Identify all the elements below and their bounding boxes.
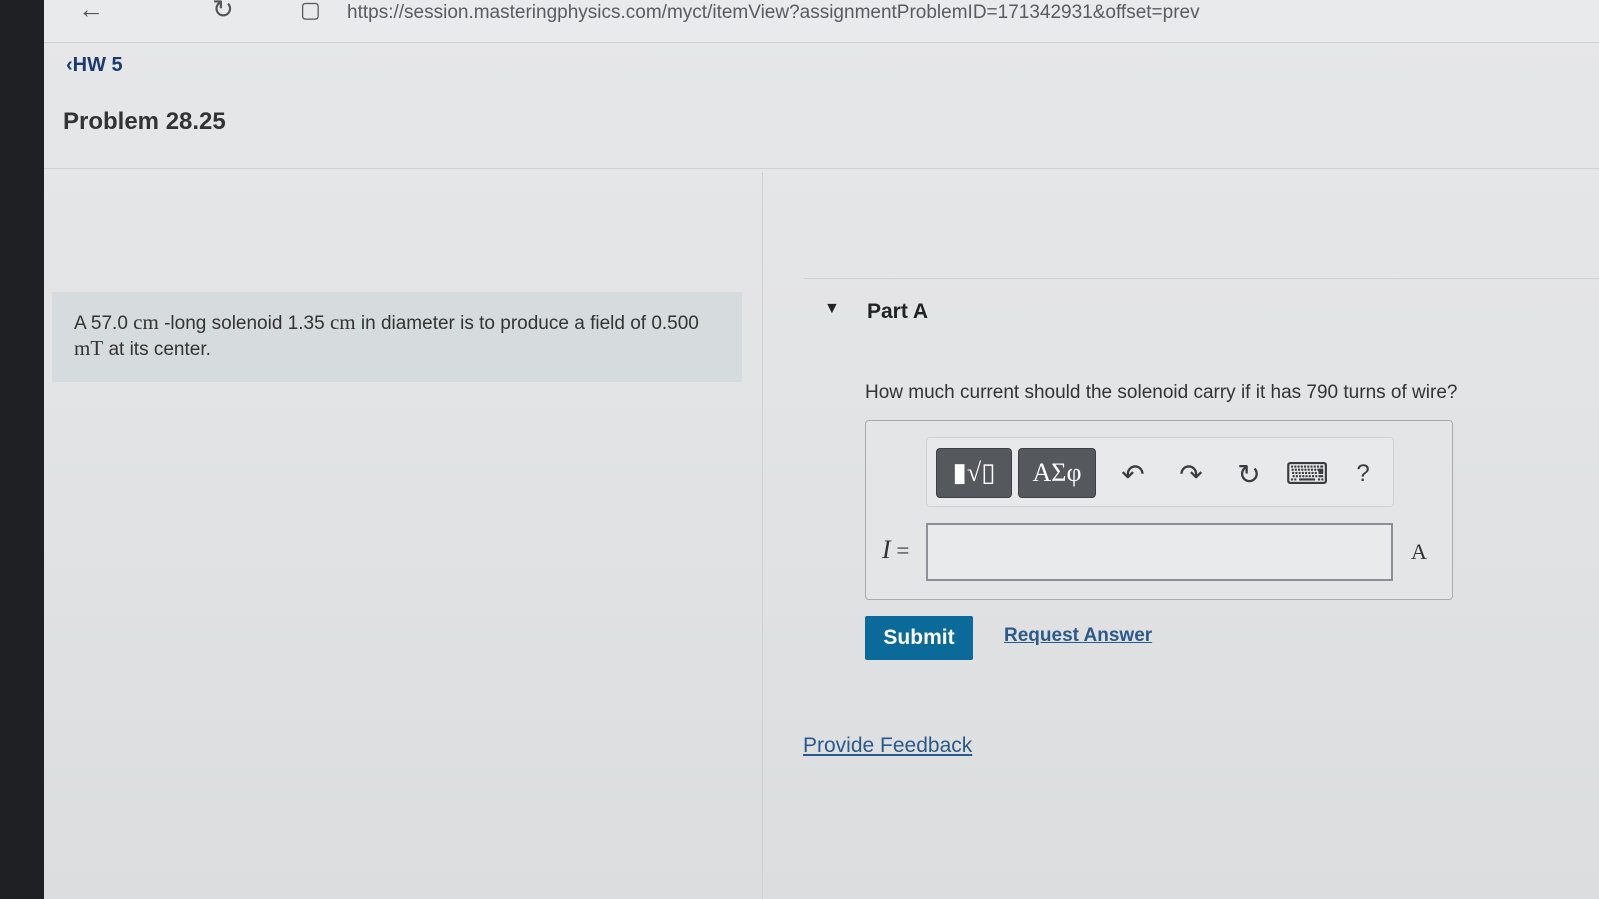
page-title: Problem 28.25: [63, 108, 226, 135]
statement-text: in diameter is to produce a field of 0.5…: [355, 313, 699, 334]
unit-cm: cm: [133, 310, 159, 334]
header-divider: [44, 168, 1599, 169]
reset-icon[interactable]: ↻: [1231, 456, 1267, 492]
page-info-icon[interactable]: ▢: [300, 0, 321, 23]
problem-statement: A 57.0 cm -long solenoid 1.35 cm in diam…: [52, 292, 742, 382]
redo-icon[interactable]: ↷: [1173, 456, 1209, 492]
part-title: Part A: [867, 300, 929, 323]
collapse-part-caret-icon[interactable]: ▼: [824, 300, 840, 318]
chevron-left-icon: ‹: [66, 54, 73, 76]
provide-feedback-link[interactable]: Provide Feedback: [803, 734, 972, 758]
answer-panel: ▮√▯ ΑΣφ ↶ ↷ ↻ ⌨ ? I = A: [865, 420, 1453, 600]
back-link-label: HW 5: [72, 54, 123, 76]
symbols-button[interactable]: ΑΣφ: [1018, 448, 1096, 498]
answer-unit: A: [1411, 539, 1427, 564]
variable-symbol: I: [882, 535, 891, 564]
keyboard-icon[interactable]: ⌨: [1285, 456, 1328, 492]
browser-reload-icon[interactable]: ↻: [212, 0, 234, 25]
statement-text: A 57.0: [74, 313, 134, 334]
column-divider: [762, 172, 763, 899]
statement-text: at its center.: [103, 339, 211, 360]
statement-text: -long solenoid 1.35: [158, 313, 330, 334]
unit-mT: mT: [74, 336, 104, 360]
answer-input[interactable]: [926, 523, 1393, 581]
url-field[interactable]: https://session.masteringphysics.com/myc…: [347, 2, 1200, 24]
question-text: How much current should the solenoid car…: [865, 382, 1458, 403]
math-toolbar: ▮√▯ ΑΣφ ↶ ↷ ↻ ⌨ ?: [926, 437, 1394, 507]
app-screen: ← ↻ ▢ https://session.masteringphysics.c…: [44, 0, 1599, 899]
browser-address-bar: ← ↻ ▢ https://session.masteringphysics.c…: [44, 0, 1599, 43]
request-answer-link[interactable]: Request Answer: [1004, 625, 1152, 647]
submit-button[interactable]: Submit: [865, 616, 973, 660]
back-to-assignment-link[interactable]: ‹HW 5: [66, 54, 123, 77]
part-divider: [804, 278, 1599, 279]
answer-variable-label: I =: [882, 535, 909, 565]
help-icon[interactable]: ?: [1345, 456, 1381, 492]
templates-button[interactable]: ▮√▯: [936, 448, 1012, 498]
undo-icon[interactable]: ↶: [1115, 456, 1151, 492]
browser-back-icon[interactable]: ←: [78, 0, 104, 25]
equals-sign: =: [896, 538, 910, 563]
unit-cm: cm: [329, 310, 356, 334]
